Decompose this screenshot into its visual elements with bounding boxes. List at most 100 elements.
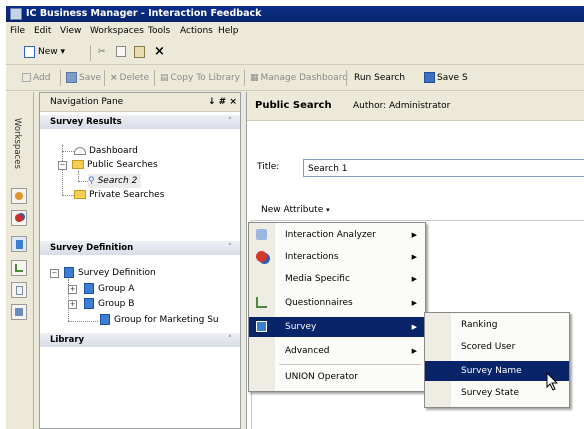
close-icon: ×	[154, 44, 165, 59]
section-survey-definition[interactable]: Survey Definition ˄	[40, 241, 240, 255]
menu-tools[interactable]: Tools	[148, 23, 170, 39]
survey-icon	[16, 240, 23, 249]
copy-icon	[116, 46, 126, 57]
questionnaire-icon	[256, 297, 267, 308]
copy-button[interactable]	[116, 43, 126, 61]
submenu-arrow-icon: ▶	[411, 323, 417, 331]
menu-item-union-operator[interactable]: UNION Operator	[249, 367, 425, 387]
chart-icon	[15, 264, 23, 272]
workspace-button-4[interactable]	[11, 260, 27, 276]
copy-to-library-button[interactable]: ▤ Copy To Library	[160, 69, 240, 87]
dropdown-arrow-icon: ▾	[60, 47, 66, 57]
tree-line	[62, 145, 63, 195]
collapse-icon[interactable]: ˄	[228, 333, 232, 347]
workspace-button-2[interactable]	[11, 210, 27, 226]
toolbar-separator	[90, 45, 91, 61]
expand-toggle[interactable]: +	[68, 285, 77, 294]
author-label: Author: Administrator	[353, 101, 451, 111]
submenu-arrow-icon: ▶	[411, 231, 417, 239]
run-search-button[interactable]: Run Search	[354, 69, 405, 87]
tree-item-group-b[interactable]: Group B	[84, 297, 134, 311]
document-icon	[16, 286, 23, 295]
add-button[interactable]: Add	[22, 69, 50, 87]
menu-workspaces[interactable]: Workspaces	[90, 23, 144, 39]
cut-button[interactable]: ✂	[98, 43, 106, 61]
toolbar-separator	[104, 70, 105, 86]
tree-item-survey-definition[interactable]: Survey Definition	[64, 266, 156, 280]
tree-item-dashboard[interactable]: Dashboard	[74, 144, 138, 158]
nav-header: Navigation Pane ↓ # ×	[40, 93, 240, 112]
workspace-button-3[interactable]	[11, 236, 27, 252]
delete-x-button[interactable]: ×	[154, 43, 165, 61]
folder-icon	[74, 190, 86, 199]
submenu-item-ranking[interactable]: Ranking	[425, 315, 569, 335]
menu-separator	[279, 364, 421, 365]
new-attribute-button[interactable]: New Attribute ▾	[257, 202, 334, 218]
menu-item-questionnaires[interactable]: Questionnaires ▶	[249, 293, 425, 313]
dashboard-icon: ▦	[250, 73, 259, 83]
menu-help[interactable]: Help	[218, 23, 239, 39]
section-survey-results[interactable]: Survey Results ˄	[40, 115, 240, 129]
menu-file[interactable]: File	[10, 23, 25, 39]
menu-item-interaction-analyzer[interactable]: Interaction Analyzer ▶	[249, 225, 425, 245]
menu-item-media-specific[interactable]: Media Specific ▶	[249, 269, 425, 289]
survey-submenu: Ranking Scored User Survey Name Survey S…	[424, 312, 570, 408]
delete-icon: ×	[110, 73, 118, 83]
menu-item-interactions[interactable]: Interactions ▶	[249, 247, 425, 267]
app-icon	[10, 8, 22, 20]
submenu-item-scored-user[interactable]: Scored User	[425, 337, 569, 357]
workspace-button-5[interactable]	[11, 282, 27, 298]
new-document-icon	[24, 45, 35, 58]
new-button[interactable]: New ▾	[24, 43, 65, 61]
expand-toggle[interactable]: +	[68, 300, 77, 309]
section-library[interactable]: Library ˄	[40, 333, 240, 347]
workspaces-strip: Workspaces	[6, 92, 34, 429]
tree-item-private-searches[interactable]: Private Searches	[74, 188, 164, 202]
workspace-toolbar: Add Save × Delete ▤ Copy To Library ▦ Manag…	[6, 66, 584, 91]
tree-line	[68, 321, 98, 322]
save-search-button[interactable]: Save S	[424, 69, 468, 87]
tree-item-group-a[interactable]: Group A	[84, 282, 134, 296]
group-icon	[84, 283, 94, 294]
menu-edit[interactable]: Edit	[34, 23, 51, 39]
save-button[interactable]: Save	[66, 69, 101, 87]
window-title: IC Business Manager - Interaction Feedba…	[26, 8, 262, 19]
menu-view[interactable]: View	[60, 23, 81, 39]
title-bar: IC Business Manager - Interaction Feedba…	[6, 6, 584, 22]
menu-item-advanced[interactable]: Advanced ▶	[249, 341, 425, 361]
toolbar-separator	[154, 70, 155, 86]
submenu-arrow-icon: ▶	[411, 275, 417, 283]
tree-item-public-searches[interactable]: Public Searches	[72, 158, 158, 172]
title-input[interactable]: Search 1	[303, 159, 584, 177]
survey-definition-icon	[64, 267, 74, 278]
submenu-arrow-icon: ▶	[411, 253, 417, 261]
collapse-icon[interactable]: ˄	[228, 115, 232, 129]
menu-actions[interactable]: Actions	[180, 23, 213, 39]
tree-line	[78, 181, 88, 182]
search-header: Public Search Author: Administrator	[247, 92, 584, 121]
paste-icon	[134, 45, 145, 58]
search-icon: ⚲	[88, 176, 95, 186]
collapse-icon[interactable]: ˄	[228, 241, 232, 255]
interactions-icon	[256, 251, 267, 262]
paste-button[interactable]	[134, 43, 145, 61]
pin-icon[interactable]: ↓ # ×	[208, 93, 237, 111]
menu-item-survey[interactable]: Survey ▶	[249, 317, 425, 337]
tree-item-search-2[interactable]: ⚲ Search 2	[88, 174, 142, 188]
mouse-pointer-icon	[546, 372, 559, 391]
submenu-arrow-icon: ▶	[411, 299, 417, 307]
delete-button[interactable]: × Delete	[110, 69, 149, 87]
manage-dashboard-button[interactable]: ▦ Manage Dashboard	[250, 69, 348, 87]
workspace-button-6[interactable]	[11, 304, 27, 320]
workspace-button-1[interactable]	[11, 188, 27, 204]
page-title: Public Search	[255, 100, 332, 111]
collapse-toggle[interactable]: −	[58, 161, 67, 170]
toolbar-separator	[346, 70, 347, 86]
collapse-toggle[interactable]: −	[50, 269, 59, 278]
tree-item-group-marketing[interactable]: Group for Marketing Su	[100, 313, 219, 327]
toolbar-separator	[244, 70, 245, 86]
interaction-icon	[15, 192, 23, 200]
standard-toolbar: New ▾ ✂ ×	[6, 40, 584, 65]
menu-bar: File Edit View Workspaces Tools Actions …	[6, 23, 584, 39]
analyzer-icon	[256, 229, 267, 240]
